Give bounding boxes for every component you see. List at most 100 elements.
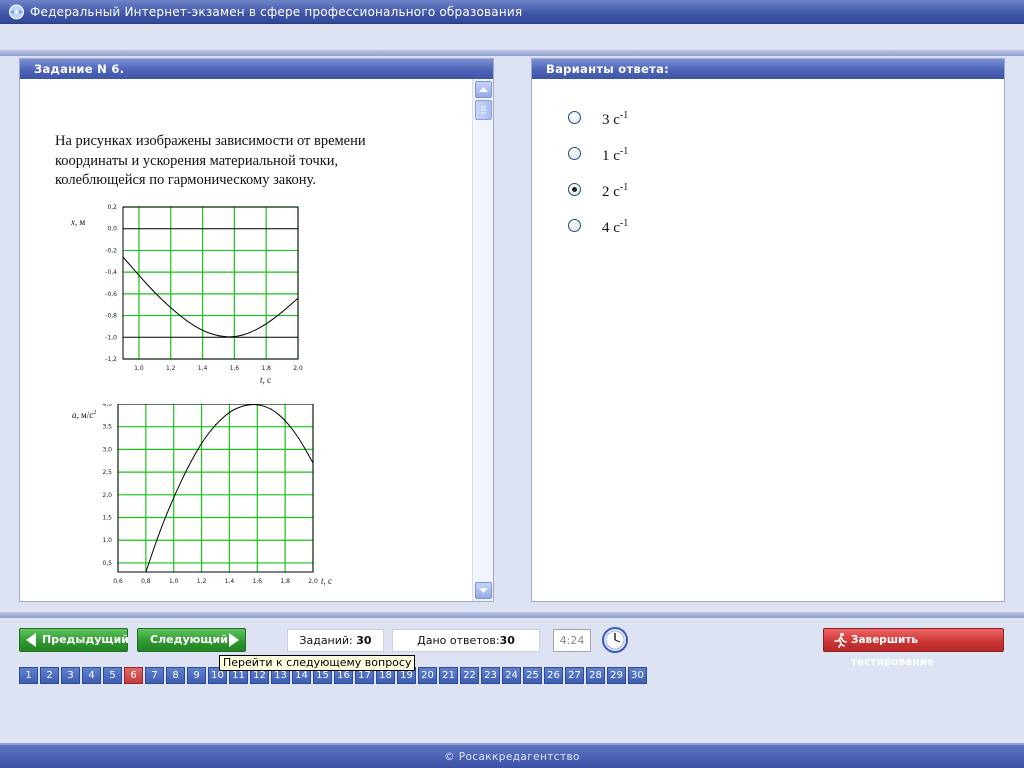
next-label: Следующий xyxy=(150,633,228,646)
y-tick-label: 0,2 xyxy=(107,204,117,211)
page-button-3[interactable]: 3 xyxy=(61,667,80,684)
y-tick-label: 0,5 xyxy=(102,560,112,567)
y-axis-label: a, м/с2 xyxy=(72,410,96,420)
answers-given-box: Дано ответов:30 xyxy=(392,629,540,652)
window-title: Федеральный Интернет-экзамен в сфере про… xyxy=(30,5,523,19)
page-button-29[interactable]: 29 xyxy=(607,667,626,684)
answer-value: 4 c xyxy=(602,220,620,236)
answer-option[interactable]: 2 c-1 xyxy=(568,181,688,203)
page-button-5[interactable]: 5 xyxy=(103,667,122,684)
page-button-28[interactable]: 28 xyxy=(586,667,605,684)
data-point xyxy=(233,336,235,338)
answer-label: 1 c-1 xyxy=(602,146,628,165)
answer-option[interactable]: 4 c-1 xyxy=(568,217,688,239)
y-axis-unit: , м/с xyxy=(77,410,94,420)
x-tick-label: 1,4 xyxy=(225,578,235,585)
task-content: На рисунках изображены зависимости от вр… xyxy=(20,79,472,601)
finish-test-button[interactable]: Завершить тестирование xyxy=(823,628,1004,668)
data-point xyxy=(170,307,172,309)
page-button-1[interactable]: 1 xyxy=(19,667,38,684)
x-tick-label: 1,0 xyxy=(169,578,179,585)
app-globe-icon xyxy=(9,4,24,20)
previous-button[interactable]: Предыдущий xyxy=(19,628,130,652)
page-button-23[interactable]: 23 xyxy=(481,667,500,684)
data-point xyxy=(281,311,283,313)
y-tick-label: 0,0 xyxy=(107,226,117,233)
page-button-2[interactable]: 2 xyxy=(40,667,59,684)
data-point xyxy=(154,292,156,294)
answer-value: 2 c xyxy=(602,184,620,200)
page-button-6[interactable]: 6 xyxy=(124,667,143,684)
x-tick-label: 1,8 xyxy=(261,365,271,372)
page-button-21[interactable]: 21 xyxy=(439,667,458,684)
page-button-30[interactable]: 30 xyxy=(628,667,647,684)
data-point xyxy=(265,323,267,325)
next-button[interactable]: Следующий xyxy=(137,628,246,652)
task-question-text: На рисунках изображены зависимости от вр… xyxy=(55,133,366,188)
scroll-down-button[interactable] xyxy=(475,582,492,599)
y-tick-label: 4,0 xyxy=(102,404,112,408)
x-tick-label: 1,2 xyxy=(197,578,207,585)
page-button-22[interactable]: 22 xyxy=(460,667,479,684)
page-button-24[interactable]: 24 xyxy=(502,667,521,684)
answer-radio[interactable] xyxy=(568,147,581,160)
tasks-count-box: Заданий: 30 xyxy=(287,629,384,652)
answers-panel: Варианты ответа: 3 c-1 1 c-1 2 c-1 4 c-1 xyxy=(531,58,1005,602)
data-point xyxy=(284,419,286,421)
answer-option[interactable]: 3 c-1 xyxy=(568,109,688,131)
arrow-up-icon xyxy=(479,87,488,92)
data-point xyxy=(145,571,147,573)
coordinate-chart: 1,0 1,2 1,4 1,6 1,8 2,0 0,2 0,0 -0,2 -0,4 -0,6 -0,8… xyxy=(70,204,303,385)
task-scrollbar[interactable] xyxy=(472,79,493,601)
page-button-20[interactable]: 20 xyxy=(418,667,437,684)
page-button-27[interactable]: 27 xyxy=(565,667,584,684)
x-tick-label: 1,0 xyxy=(134,365,144,372)
data-point xyxy=(159,530,161,532)
page-button-4[interactable]: 4 xyxy=(82,667,101,684)
scroll-thumb[interactable] xyxy=(475,100,492,120)
page-button-26[interactable]: 26 xyxy=(544,667,563,684)
y-tick-label: 3,5 xyxy=(102,424,112,431)
arrow-right-icon xyxy=(229,633,239,647)
x-axis-unit: , с xyxy=(263,375,272,385)
answer-radio[interactable] xyxy=(568,111,581,124)
answer-exponent: -1 xyxy=(619,110,629,121)
answer-radio[interactable] xyxy=(568,219,581,232)
previous-label: Предыдущий xyxy=(42,633,130,646)
next-tooltip: Перейти к следующему вопросу xyxy=(219,655,416,671)
scroll-up-button[interactable] xyxy=(475,81,492,98)
data-point xyxy=(186,320,188,322)
answer-option[interactable]: 1 c-1 xyxy=(568,145,688,167)
footer: © Росаккредагентство xyxy=(0,743,1024,768)
tasks-label: Заданий: xyxy=(299,634,353,647)
plot-frame xyxy=(122,206,299,360)
y-axis-label: x, м xyxy=(70,217,86,227)
data-point xyxy=(187,467,189,468)
clock-icon xyxy=(602,627,628,653)
answer-radio[interactable] xyxy=(568,183,581,196)
y-tick-label: -0,2 xyxy=(105,247,117,254)
y-tick-label: 1,5 xyxy=(102,515,112,522)
task-panel: Задание N 6. На рисунках изображены зави… xyxy=(19,58,494,602)
data-point xyxy=(229,411,230,413)
grip-icon xyxy=(481,106,486,114)
x-tick-label: 0,8 xyxy=(141,578,151,585)
data-point xyxy=(312,462,314,464)
answer-exponent: -1 xyxy=(619,218,629,229)
arrow-left-icon xyxy=(26,633,36,647)
acceleration-chart: 0,6 0,8 1,0 1,2 1,4 1,6 1,8 2,0 4,0 3,5 3,0 2,5 2,0 1… xyxy=(72,404,332,586)
x-tick-label: 1,4 xyxy=(198,365,208,372)
y-tick-label: -1,0 xyxy=(105,334,117,341)
finish-label: Завершить тестирование xyxy=(851,634,935,668)
y-tick-label: 2,5 xyxy=(102,469,112,476)
data-point xyxy=(173,496,175,498)
page-button-7[interactable]: 7 xyxy=(145,667,164,684)
y-axis-unit: , м xyxy=(75,217,86,227)
page-button-25[interactable]: 25 xyxy=(523,667,542,684)
answer-label: 3 c-1 xyxy=(602,110,628,129)
page-button-8[interactable]: 8 xyxy=(166,667,185,684)
answer-value: 3 c xyxy=(602,112,620,128)
page-button-9[interactable]: 9 xyxy=(187,667,206,684)
toolbar-stripe xyxy=(0,612,1024,618)
y-tick-label: 2,0 xyxy=(102,492,112,499)
